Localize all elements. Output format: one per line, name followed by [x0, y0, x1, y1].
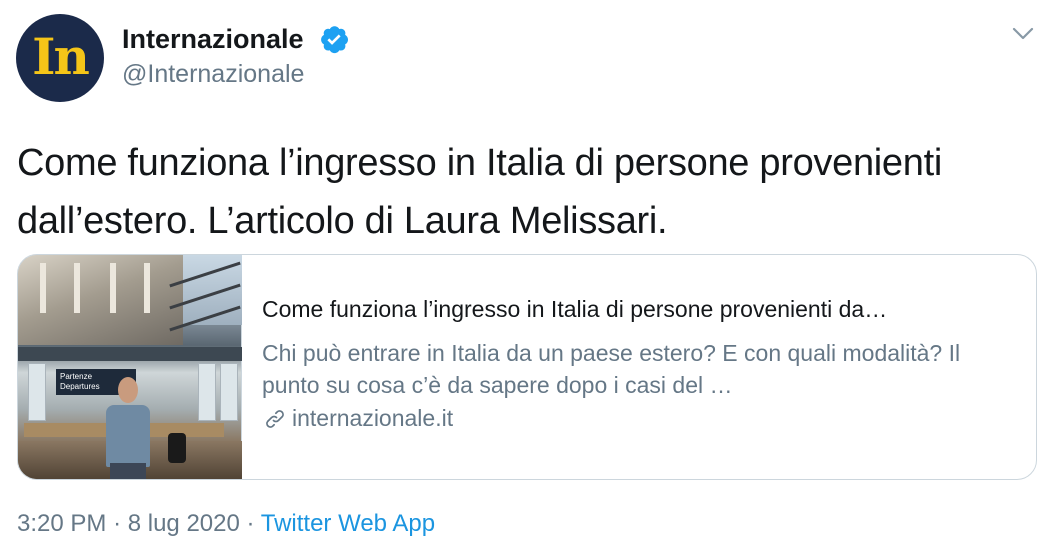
card-title[interactable]: Come funziona l’ingresso in Italia di pe… — [262, 295, 1032, 323]
tweet-date[interactable]: 8 lug 2020 — [128, 510, 240, 537]
image-fountain-scene — [18, 255, 183, 345]
tweet-footer: 3:20 PM · 8 lug 2020 · Twitter Web App — [17, 510, 435, 538]
footer-separator: · — [246, 510, 255, 537]
card-description: Chi può entrare in Italia da un paese es… — [262, 340, 961, 398]
card-domain-row[interactable]: internazionale.it — [262, 405, 1036, 432]
tweet-time[interactable]: 3:20 PM — [17, 510, 106, 537]
card-thumbnail-image: Partenze Departures — [18, 255, 242, 479]
avatar[interactable]: In — [16, 14, 104, 102]
author-display-name[interactable]: Internazionale — [122, 24, 304, 55]
tweet-text: Come funziona l’ingresso in Italia di pe… — [17, 142, 942, 242]
card-body[interactable]: Come funziona l’ingresso in Italia di pe… — [242, 255, 1036, 479]
verified-badge-icon — [321, 26, 348, 54]
link-icon — [266, 409, 284, 428]
tweet-source-link[interactable]: Twitter Web App — [261, 510, 435, 537]
avatar-logo-text: In — [32, 26, 90, 86]
footer-separator: · — [113, 510, 122, 537]
chevron-down-icon[interactable] — [1009, 22, 1037, 46]
author-handle[interactable]: @Internazionale — [122, 60, 304, 89]
link-preview-card[interactable]: Partenze Departures Come funziona l’ingr… — [17, 254, 1037, 480]
image-person — [118, 377, 138, 403]
card-domain[interactable]: internazionale.it — [292, 405, 453, 432]
image-suitcase — [168, 433, 186, 463]
image-ceiling — [18, 347, 242, 361]
